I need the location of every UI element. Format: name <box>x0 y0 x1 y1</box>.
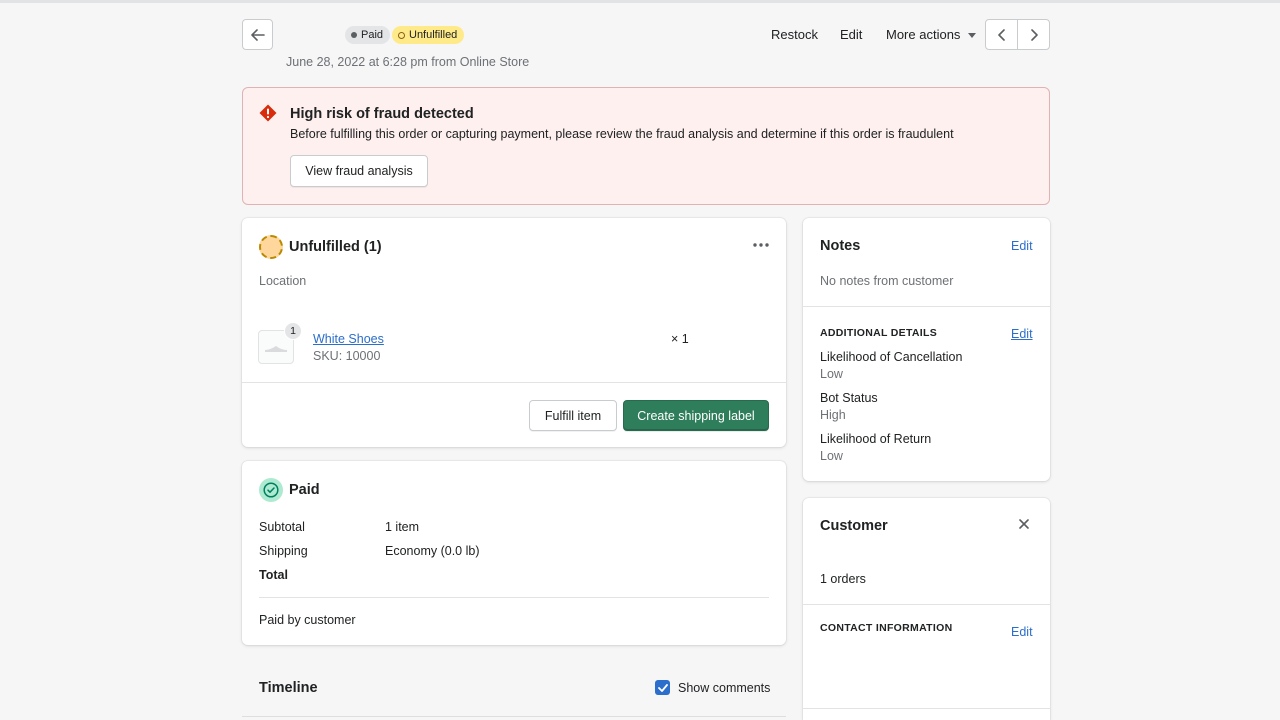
next-order-button[interactable] <box>1017 20 1049 49</box>
show-comments-checkbox[interactable] <box>655 680 670 695</box>
timeline-title: Timeline <box>259 680 318 696</box>
product-quantity: × 1 <box>671 332 689 346</box>
subtotal-label: Subtotal <box>259 520 305 534</box>
previous-order-button[interactable] <box>986 20 1017 49</box>
subtotal-value: 1 item <box>385 520 420 534</box>
arrow-left-icon <box>250 28 265 41</box>
detail-value: High <box>820 408 846 422</box>
notes-divider <box>803 306 1050 307</box>
additional-details-title: ADDITIONAL DETAILS <box>820 327 938 339</box>
detail-label: Likelihood of Return <box>820 432 932 446</box>
detail-value: Low <box>820 449 843 463</box>
fulfill-item-button[interactable]: Fulfill item <box>529 400 617 431</box>
customer-divider <box>803 604 1050 605</box>
fraud-banner-message: Before fulfilling this order or capturin… <box>290 127 954 141</box>
additional-details-edit-link[interactable]: Edit <box>1011 327 1033 341</box>
show-comments-label[interactable]: Show comments <box>678 681 770 695</box>
chevron-right-icon <box>1030 28 1038 41</box>
alert-diamond-icon <box>259 104 277 122</box>
checkmark-icon <box>657 683 668 692</box>
unfulfilled-title: Unfulfilled (1) <box>289 239 382 255</box>
restock-button[interactable]: Restock <box>771 27 818 42</box>
order-subtitle: June 28, 2022 at 6:28 pm from Online Sto… <box>286 55 530 69</box>
create-shipping-label-button[interactable]: Create shipping label <box>623 400 769 431</box>
detail-label: Likelihood of Cancellation <box>820 350 963 364</box>
notes-empty-text: No notes from customer <box>820 274 954 288</box>
fraud-banner: High risk of fraud detected Before fulfi… <box>242 87 1050 205</box>
contact-information-edit-link[interactable]: Edit <box>1011 625 1033 639</box>
customer-bottom-divider <box>803 708 1050 709</box>
fulfillment-status-badge: Unfulfilled <box>392 26 465 44</box>
timeline-divider <box>242 716 786 717</box>
customer-card: Customer 1 orders CONTACT INFORMATION Ed… <box>803 498 1050 720</box>
unfulfilled-card: Unfulfilled (1) Location 1 White Shoes S… <box>242 218 786 447</box>
total-label: Total <box>259 568 288 582</box>
notes-edit-link[interactable]: Edit <box>1011 239 1033 253</box>
paid-card: Paid Subtotal 1 item Shipping Economy (0… <box>242 461 786 645</box>
paid-title: Paid <box>289 482 320 498</box>
shipping-value: Economy (0.0 lb) <box>385 544 480 558</box>
unfulfilled-status-icon <box>259 235 283 259</box>
badge-unfulfilled-label: Unfulfilled <box>409 29 458 41</box>
customer-orders-count: 1 orders <box>820 572 866 586</box>
contact-information-title: CONTACT INFORMATION <box>820 622 953 634</box>
edit-order-button[interactable]: Edit <box>840 27 862 42</box>
item-quantity-badge: 1 <box>284 322 302 340</box>
caret-down-icon <box>968 33 977 39</box>
badge-dot-icon <box>351 32 357 38</box>
order-pager <box>985 19 1050 50</box>
payment-status-badge: Paid <box>345 26 391 44</box>
paid-divider <box>259 597 769 598</box>
location-label: Location <box>259 274 307 288</box>
notes-title: Notes <box>820 238 861 254</box>
product-sku: SKU: 10000 <box>313 349 381 363</box>
more-actions-button[interactable]: More actions <box>886 27 977 42</box>
paid-by-label: Paid by customer <box>259 613 356 627</box>
customer-title: Customer <box>820 518 888 534</box>
detail-label: Bot Status <box>820 391 878 405</box>
notes-card: Notes Edit No notes from customer ADDITI… <box>803 218 1050 481</box>
more-actions-label: More actions <box>886 27 961 42</box>
badge-paid-label: Paid <box>361 29 384 41</box>
chevron-left-icon <box>997 28 1005 41</box>
detail-value: Low <box>820 367 843 381</box>
view-fraud-analysis-button[interactable]: View fraud analysis <box>290 155 428 187</box>
fraud-banner-title: High risk of fraud detected <box>290 106 474 122</box>
badge-ring-icon <box>398 31 405 39</box>
shipping-label: Shipping <box>259 544 308 558</box>
paid-status-icon <box>259 478 283 502</box>
close-icon[interactable] <box>1019 519 1029 529</box>
product-link[interactable]: White Shoes <box>313 332 384 346</box>
top-border <box>0 0 1280 3</box>
unfulfilled-divider <box>242 382 786 383</box>
check-circle-icon <box>263 482 279 498</box>
dots-horizontal-icon[interactable] <box>753 243 769 247</box>
back-button[interactable] <box>242 19 273 50</box>
